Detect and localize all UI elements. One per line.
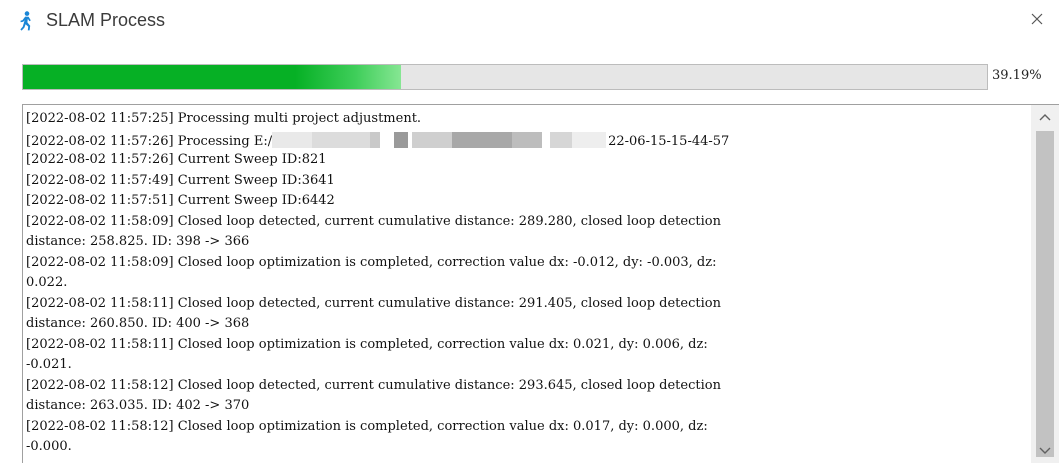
close-icon [1031, 13, 1043, 25]
log-line: [2022-08-02 11:58:12] Closed loop optimi… [26, 418, 708, 434]
log-line: [2022-08-02 11:58:11] Closed loop detect… [26, 295, 721, 311]
progress-bar-fill [23, 65, 401, 89]
log-line: -0.000. [26, 439, 72, 454]
log-text: [2022-08-02 11:57:25] Processing multi p… [26, 109, 1026, 458]
log-line: [2022-08-02 11:58:09] Closed loop detect… [26, 213, 721, 229]
running-person-icon [18, 11, 34, 31]
log-line: -0.021. [26, 357, 72, 372]
scroll-up-button[interactable] [1031, 105, 1059, 129]
log-line: [2022-08-02 11:57:26] Processing E:/ 22-0… [26, 130, 1026, 151]
slam-process-window: SLAM Process 39.19% [2022-08-02 11:57:25… [0, 0, 1059, 463]
log-line: 0.022. [26, 275, 68, 290]
chevron-down-icon [1039, 447, 1051, 454]
log-line: [2022-08-02 11:57:25] Processing multi p… [26, 111, 422, 126]
log-line: [2022-08-02 11:58:12] Closed loop detect… [26, 377, 721, 393]
log-line-prefix: [2022-08-02 11:57:26] Processing E:/ [26, 133, 273, 149]
log-line: [2022-08-02 11:57:26] Current Sweep ID:8… [26, 152, 327, 167]
log-vertical-scrollbar[interactable] [1031, 105, 1059, 463]
log-line: [2022-08-02 11:58:09] Closed loop optimi… [26, 254, 717, 270]
scroll-down-button[interactable] [1031, 439, 1059, 463]
scrollbar-thumb[interactable] [1036, 131, 1054, 457]
log-line: [2022-08-02 11:57:49] Current Sweep ID:3… [26, 172, 335, 188]
window-title: SLAM Process [46, 10, 166, 30]
title-bar: SLAM Process [0, 0, 1059, 44]
log-line: distance: 260.850. ID: 400 -> 368 [26, 316, 250, 331]
redacted-path-block [272, 130, 607, 148]
log-line: [2022-08-02 11:57:51] Current Sweep ID:6… [26, 193, 335, 208]
close-button[interactable] [1015, 0, 1059, 40]
log-line: [2022-08-02 11:58:11] Closed loop optimi… [26, 336, 708, 352]
chevron-up-icon [1039, 114, 1051, 121]
log-line: distance: 258.825. ID: 398 -> 366 [26, 234, 250, 249]
log-line: distance: 263.035. ID: 402 -> 370 [26, 398, 250, 413]
progress-bar [22, 64, 988, 90]
log-output-textbox[interactable]: [2022-08-02 11:57:25] Processing multi p… [22, 104, 1059, 463]
progress-percent-label: 39.19% [992, 68, 1042, 83]
log-line-suffix: 22-06-15-15-44-57 [608, 133, 730, 149]
